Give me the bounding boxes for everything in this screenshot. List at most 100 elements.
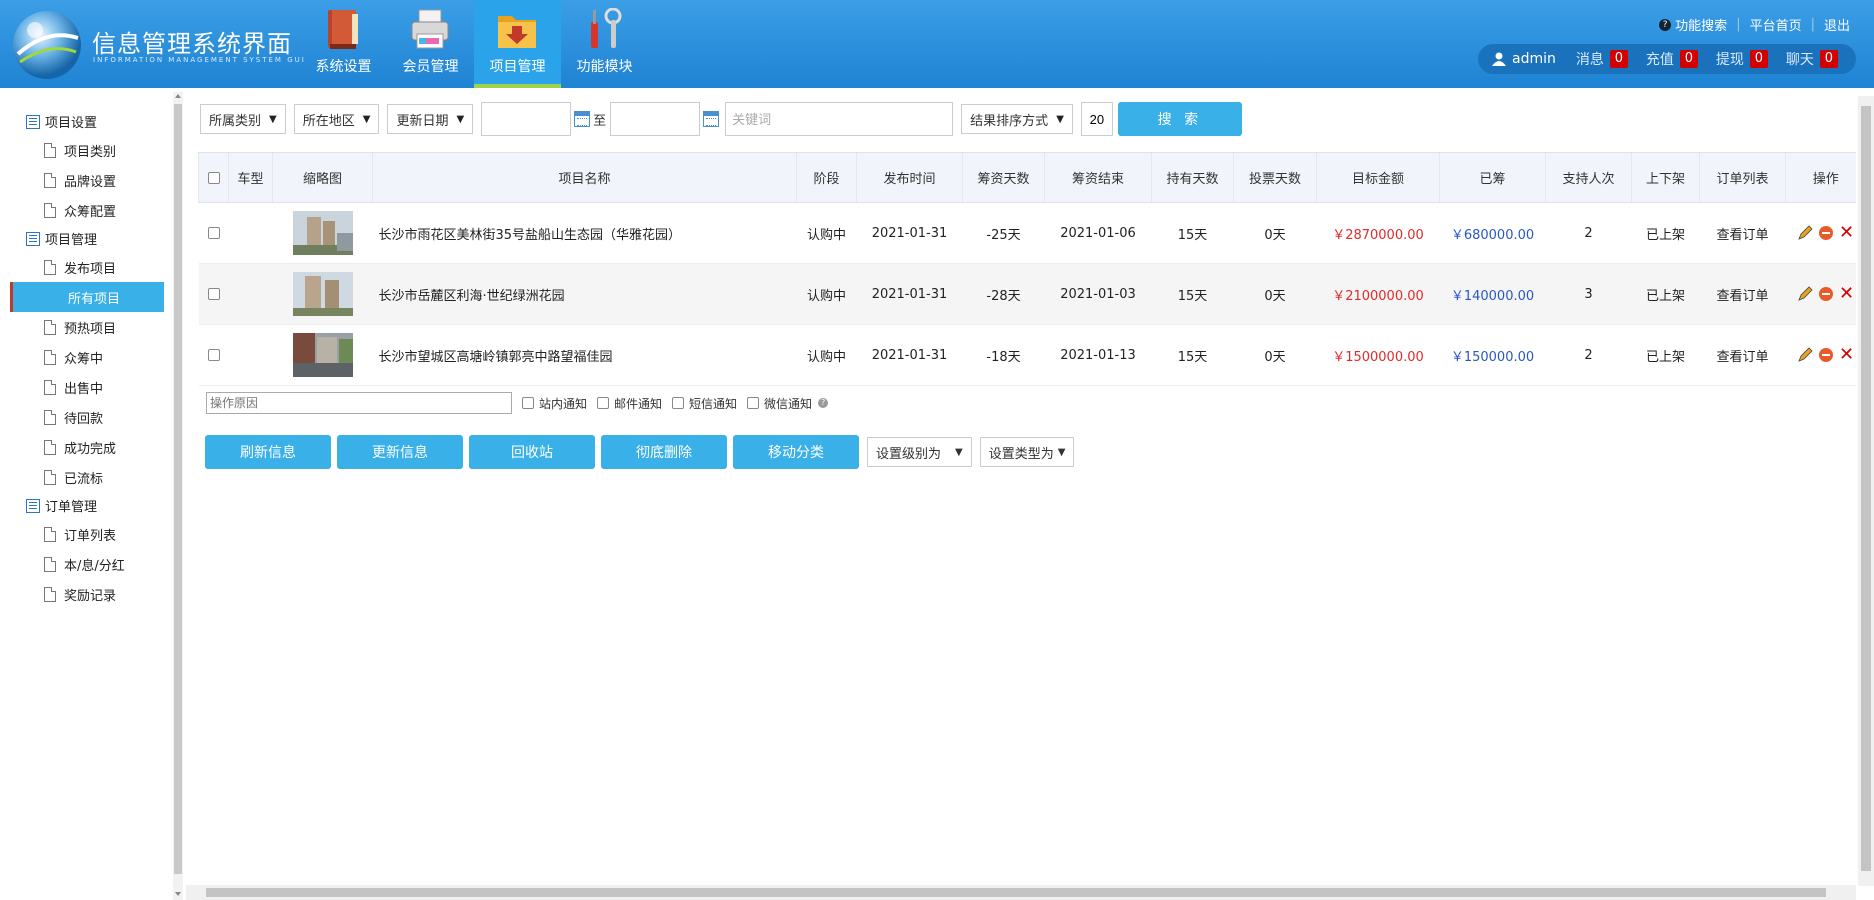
recycle-bin-button[interactable]: 回收站 bbox=[469, 435, 595, 469]
col-header[interactable]: 筹资天数 bbox=[962, 152, 1045, 203]
table-row[interactable]: 长沙市雨花区美林街35号盐船山生态园（华雅花园） 认购中 2021-01-31 … bbox=[198, 202, 1856, 264]
sidebar-group-order-management[interactable]: 订单管理 bbox=[10, 492, 164, 519]
region-select[interactable]: 所在地区 ▼ bbox=[293, 104, 380, 134]
col-header[interactable]: 投票天数 bbox=[1233, 152, 1317, 203]
nav-member-management[interactable]: 会员管理 bbox=[387, 0, 474, 88]
sidebar-item-reward-records[interactable]: 奖励记录 bbox=[10, 579, 164, 609]
view-orders-link[interactable]: 查看订单 bbox=[1699, 263, 1786, 325]
sidebar-item-brand-settings[interactable]: 品牌设置 bbox=[10, 165, 164, 195]
notify-sms-option[interactable]: 短信通知 bbox=[672, 395, 737, 412]
edit-pencil-icon[interactable] bbox=[1797, 225, 1813, 241]
chat-label[interactable]: 聊天 bbox=[1786, 49, 1814, 69]
project-thumbnail-image[interactable] bbox=[292, 272, 353, 316]
sidebar-item-interest-dividend[interactable]: 本/息/分红 bbox=[10, 549, 164, 579]
main-horizontal-scrollbar[interactable] bbox=[186, 885, 1856, 900]
sort-select[interactable]: 结果排序方式 ▼ bbox=[961, 104, 1073, 134]
messages-label[interactable]: 消息 bbox=[1576, 49, 1604, 69]
question-icon[interactable]: ? bbox=[818, 398, 829, 408]
start-date-input[interactable] bbox=[481, 102, 572, 136]
search-button[interactable]: 搜 索 bbox=[1117, 102, 1242, 136]
sidebar-item-all-projects[interactable]: 所有项目 bbox=[10, 282, 164, 312]
col-header[interactable]: 持有天数 bbox=[1151, 152, 1234, 203]
col-header[interactable]: 缩略图 bbox=[272, 152, 373, 203]
delete-icon[interactable]: ✕ bbox=[1839, 224, 1854, 242]
col-header[interactable]: 支持人次 bbox=[1545, 152, 1632, 203]
sidebar-item-project-category[interactable]: 项目类别 bbox=[10, 135, 164, 165]
disable-icon[interactable] bbox=[1818, 287, 1833, 301]
permanent-delete-button[interactable]: 彻底删除 bbox=[601, 435, 727, 469]
end-date-input[interactable] bbox=[610, 102, 701, 136]
row-checkbox[interactable] bbox=[207, 227, 220, 239]
scroll-down-icon[interactable] bbox=[175, 892, 181, 896]
col-header[interactable]: 发布时间 bbox=[856, 152, 963, 203]
notify-email-checkbox[interactable] bbox=[597, 397, 610, 409]
platform-home-link[interactable]: 平台首页 bbox=[1750, 15, 1802, 34]
col-header[interactable]: 车型 bbox=[228, 152, 273, 203]
refresh-info-button[interactable]: 刷新信息 bbox=[205, 435, 331, 469]
logout-link[interactable]: 退出 bbox=[1824, 15, 1850, 34]
col-header[interactable]: 上下架 bbox=[1631, 152, 1700, 203]
sidebar-group-project-settings[interactable]: 项目设置 bbox=[10, 108, 164, 135]
project-name[interactable]: 长沙市望城区高塘岭镇郭亮中路望福佳园 bbox=[372, 324, 797, 386]
keyword-input[interactable] bbox=[725, 102, 954, 136]
notify-wechat-option[interactable]: 微信通知 bbox=[747, 395, 812, 412]
col-header[interactable]: 目标金额 bbox=[1316, 152, 1440, 203]
shelf-status-cell[interactable]: 已上架 bbox=[1631, 263, 1700, 325]
edit-pencil-icon[interactable] bbox=[1797, 286, 1813, 302]
sidebar-group-project-management[interactable]: 项目管理 bbox=[10, 225, 164, 252]
username[interactable]: admin bbox=[1512, 51, 1556, 67]
category-select[interactable]: 所属类别 ▼ bbox=[200, 104, 286, 134]
col-header[interactable]: 筹资结束 bbox=[1044, 152, 1152, 203]
set-type-select[interactable]: 设置类型为 ▼ bbox=[979, 437, 1075, 467]
set-level-select[interactable]: 设置级别为 ▼ bbox=[867, 437, 972, 467]
project-thumbnail-image[interactable] bbox=[292, 333, 353, 377]
col-header[interactable]: 阶段 bbox=[796, 152, 857, 203]
edit-pencil-icon[interactable] bbox=[1797, 347, 1813, 363]
table-row[interactable]: 长沙市望城区高塘岭镇郭亮中路望福佳园 认购中 2021-01-31 -18天 2… bbox=[198, 324, 1856, 386]
sidebar-item-publish-project[interactable]: 发布项目 bbox=[10, 252, 164, 282]
view-orders-link[interactable]: 查看订单 bbox=[1699, 324, 1786, 386]
date-type-select[interactable]: 更新日期 ▼ bbox=[387, 104, 474, 134]
operation-reason-input[interactable] bbox=[206, 392, 512, 414]
scroll-thumb[interactable] bbox=[174, 104, 182, 874]
scroll-thumb[interactable] bbox=[1861, 106, 1871, 871]
notify-site-checkbox[interactable] bbox=[522, 397, 534, 409]
notify-wechat-checkbox[interactable] bbox=[747, 397, 760, 409]
sidebar-item-completed[interactable]: 成功完成 bbox=[10, 432, 164, 462]
calendar-icon[interactable] bbox=[574, 111, 591, 127]
page-size-input[interactable] bbox=[1080, 102, 1113, 136]
sidebar-item-preheat-projects[interactable]: 预热项目 bbox=[10, 312, 164, 342]
sidebar-item-on-sale[interactable]: 出售中 bbox=[10, 372, 164, 402]
nav-function-modules[interactable]: 功能模块 bbox=[561, 0, 648, 88]
withdraw-label[interactable]: 提现 bbox=[1716, 49, 1744, 69]
select-all-checkbox[interactable] bbox=[207, 171, 220, 184]
delete-icon[interactable]: ✕ bbox=[1839, 285, 1854, 303]
function-search-link[interactable]: 功能搜索 bbox=[1675, 15, 1727, 34]
notify-site-option[interactable]: 站内通知 bbox=[522, 395, 587, 412]
row-checkbox[interactable] bbox=[207, 288, 220, 300]
disable-icon[interactable] bbox=[1818, 226, 1833, 240]
col-header[interactable]: 项目名称 bbox=[372, 152, 797, 203]
nav-system-settings[interactable]: 系统设置 bbox=[300, 0, 387, 88]
project-name[interactable]: 长沙市雨花区美林街35号盐船山生态园（华雅花园） bbox=[372, 202, 797, 264]
move-category-button[interactable]: 移动分类 bbox=[733, 435, 859, 469]
col-header[interactable]: 订单列表 bbox=[1699, 152, 1786, 203]
recharge-label[interactable]: 充值 bbox=[1646, 49, 1674, 69]
notify-sms-checkbox[interactable] bbox=[672, 397, 685, 409]
delete-icon[interactable]: ✕ bbox=[1839, 346, 1854, 364]
table-row[interactable]: 长沙市岳麓区利海·世纪绿洲花园 认购中 2021-01-31 -28天 2021… bbox=[198, 263, 1856, 325]
sidebar-item-failed[interactable]: 已流标 bbox=[10, 462, 164, 492]
notify-email-option[interactable]: 邮件通知 bbox=[597, 395, 662, 412]
calendar-icon[interactable] bbox=[703, 111, 720, 127]
scroll-up-icon[interactable] bbox=[175, 94, 181, 98]
main-vertical-scrollbar[interactable] bbox=[1858, 96, 1874, 886]
project-name[interactable]: 长沙市岳麓区利海·世纪绿洲花园 bbox=[372, 263, 797, 325]
col-header[interactable]: 已筹 bbox=[1439, 152, 1546, 203]
scroll-thumb[interactable] bbox=[206, 888, 1826, 897]
sidebar-item-crowdfunding[interactable]: 众筹中 bbox=[10, 342, 164, 372]
row-checkbox[interactable] bbox=[207, 349, 220, 361]
sidebar-scrollbar[interactable] bbox=[173, 92, 183, 900]
sidebar-item-crowdfund-config[interactable]: 众筹配置 bbox=[10, 195, 164, 225]
shelf-status-cell[interactable]: 已上架 bbox=[1631, 202, 1700, 264]
shelf-status-cell[interactable]: 已上架 bbox=[1631, 324, 1700, 386]
